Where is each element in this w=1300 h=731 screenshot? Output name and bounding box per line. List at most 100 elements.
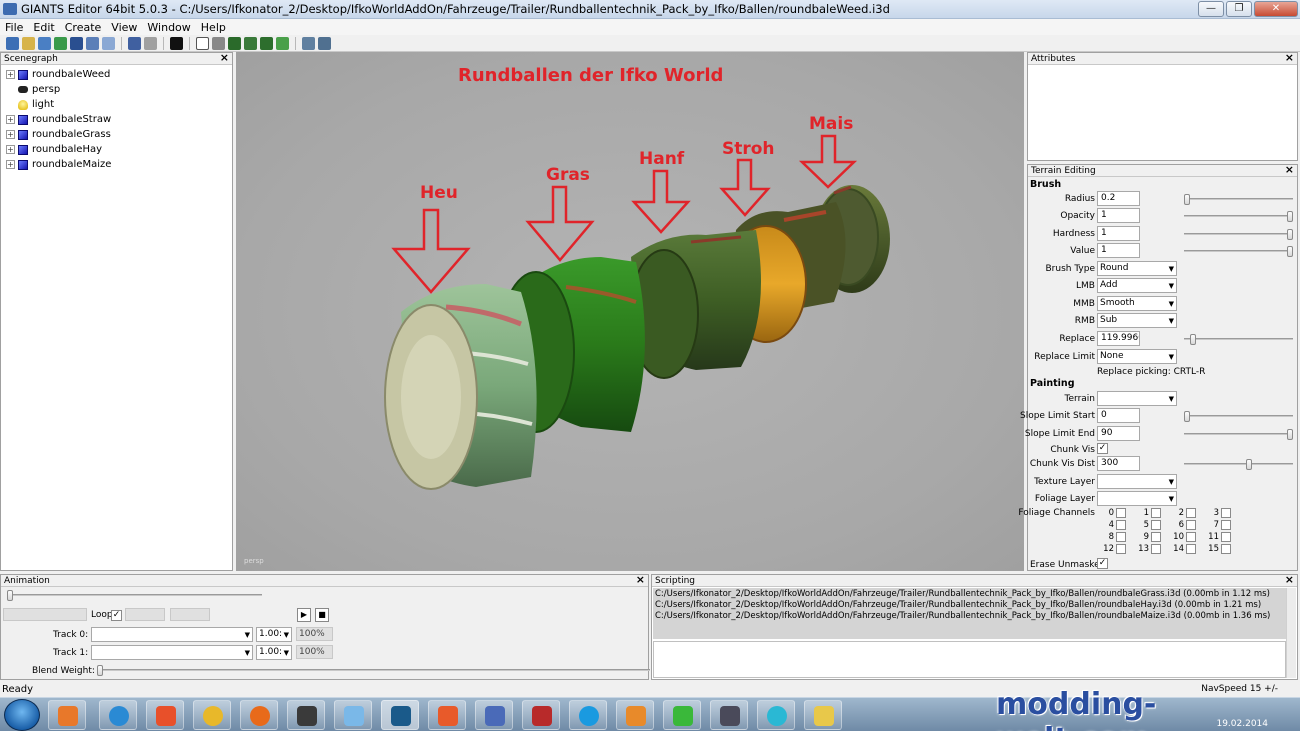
- foliage-channel-checkbox[interactable]: [1116, 532, 1126, 542]
- foliage-channel[interactable]: 2: [1164, 508, 1198, 520]
- terrain-sculpt-icon[interactable]: [228, 36, 241, 50]
- taskbar-app[interactable]: [804, 700, 842, 730]
- erase-unmasked-checkbox[interactable]: ✓: [1097, 558, 1108, 569]
- taskbar-app[interactable]: [428, 700, 466, 730]
- minimize-button[interactable]: —: [1198, 1, 1224, 17]
- foliage-channel[interactable]: 13: [1129, 544, 1163, 556]
- new-file-icon[interactable]: [6, 36, 19, 50]
- foliage-channel-checkbox[interactable]: [1186, 532, 1196, 542]
- save-as-icon[interactable]: [86, 36, 99, 50]
- save-icon[interactable]: [70, 36, 83, 50]
- taskbar-app[interactable]: [616, 700, 654, 730]
- move-icon[interactable]: [212, 36, 225, 50]
- slider-thumb[interactable]: [1287, 246, 1293, 257]
- foliage-channel-checkbox[interactable]: [1186, 520, 1196, 530]
- navigation-icon[interactable]: [318, 36, 331, 50]
- slider-thumb[interactable]: [7, 590, 13, 601]
- foliage-layer-select[interactable]: [1097, 491, 1177, 506]
- foliage-channel[interactable]: 15: [1199, 544, 1233, 556]
- track1-select[interactable]: [91, 645, 253, 660]
- track0-weight[interactable]: 100%: [296, 627, 333, 641]
- end-time-field[interactable]: [170, 608, 210, 621]
- timeline-slider[interactable]: [7, 590, 262, 601]
- close-icon[interactable]: ×: [220, 52, 229, 64]
- stop-button[interactable]: ■: [315, 608, 329, 622]
- tree-node-roundbale-hay[interactable]: + roundbaleHay: [1, 142, 232, 157]
- foliage-channel[interactable]: 4: [1094, 520, 1128, 532]
- menu-help[interactable]: Help: [196, 21, 231, 34]
- slider-thumb[interactable]: [1287, 229, 1293, 240]
- expand-icon[interactable]: +: [6, 70, 15, 79]
- taskbar-app[interactable]: [193, 700, 231, 730]
- hardness-input[interactable]: 1: [1097, 226, 1140, 241]
- slope-start-slider[interactable]: [1184, 411, 1293, 422]
- animation-clip-field[interactable]: [3, 608, 87, 621]
- menu-file[interactable]: File: [0, 21, 28, 34]
- foliage-channel-checkbox[interactable]: [1221, 508, 1231, 518]
- brush-type-select[interactable]: Round: [1097, 261, 1177, 276]
- slider-thumb[interactable]: [1287, 211, 1293, 222]
- close-button[interactable]: ✕: [1254, 1, 1298, 17]
- foliage-channel[interactable]: 10: [1164, 532, 1198, 544]
- foliage-paint-icon[interactable]: [260, 36, 273, 50]
- taskbar-app[interactable]: [757, 700, 795, 730]
- foliage-channel[interactable]: 5: [1129, 520, 1163, 532]
- menu-window[interactable]: Window: [142, 21, 195, 34]
- chunk-vis-checkbox[interactable]: ✓: [1097, 443, 1108, 454]
- play-icon[interactable]: [170, 36, 183, 50]
- taskbar-app[interactable]: [334, 700, 372, 730]
- foliage-channel-checkbox[interactable]: [1151, 508, 1161, 518]
- tree-node-roundbale-grass[interactable]: + roundbaleGrass: [1, 127, 232, 142]
- start-button[interactable]: [4, 699, 40, 731]
- foliage-channel[interactable]: 9: [1129, 532, 1163, 544]
- menu-create[interactable]: Create: [60, 21, 107, 34]
- foliage-channel[interactable]: 14: [1164, 544, 1198, 556]
- close-icon[interactable]: ×: [1285, 574, 1294, 586]
- taskbar-app[interactable]: [663, 700, 701, 730]
- slope-end-input[interactable]: 90: [1097, 426, 1140, 441]
- tree-node-persp[interactable]: persp: [1, 82, 232, 97]
- settings-icon[interactable]: [102, 36, 115, 50]
- 3d-viewport[interactable]: Rundballen der Ifko World Heu Gras Hanf …: [236, 52, 1024, 571]
- open-file-icon[interactable]: [22, 36, 35, 50]
- undo-icon[interactable]: [128, 36, 141, 50]
- taskbar-app[interactable]: [99, 700, 137, 730]
- redo-icon[interactable]: [144, 36, 157, 50]
- rmb-select[interactable]: Sub: [1097, 313, 1177, 328]
- value-slider[interactable]: [1184, 246, 1293, 257]
- value-input[interactable]: 1: [1097, 243, 1140, 258]
- slider-thumb[interactable]: [1287, 429, 1293, 440]
- export-icon[interactable]: [54, 36, 67, 50]
- script-input[interactable]: [653, 641, 1286, 678]
- chunk-vis-dist-slider[interactable]: [1184, 459, 1293, 470]
- taskbar-app[interactable]: [48, 700, 86, 730]
- mmb-select[interactable]: Smooth: [1097, 296, 1177, 311]
- track0-select[interactable]: [91, 627, 253, 642]
- hardness-slider[interactable]: [1184, 229, 1293, 240]
- foliage-channel-checkbox[interactable]: [1186, 508, 1196, 518]
- track0-speed[interactable]: 1.00:: [256, 627, 292, 642]
- radius-slider[interactable]: [1184, 194, 1293, 205]
- play-button[interactable]: ▶: [297, 608, 311, 622]
- radius-input[interactable]: 0.2: [1097, 191, 1140, 206]
- foliage-channel-checkbox[interactable]: [1186, 544, 1196, 554]
- tree-node-roundbale-weed[interactable]: + roundbaleWeed: [1, 67, 232, 82]
- loop-checkbox[interactable]: ✓: [111, 610, 122, 621]
- replace-slider[interactable]: [1184, 334, 1293, 345]
- replace-limit-select[interactable]: None: [1097, 349, 1177, 364]
- terrain-paint-icon[interactable]: [244, 36, 257, 50]
- tree-node-roundbale-maize[interactable]: + roundbaleMaize: [1, 157, 232, 172]
- track1-speed[interactable]: 1.00:: [256, 645, 292, 660]
- taskbar-app[interactable]: [710, 700, 748, 730]
- expand-icon[interactable]: +: [6, 130, 15, 139]
- foliage-channel[interactable]: 0: [1094, 508, 1128, 520]
- foliage-channel-checkbox[interactable]: [1116, 544, 1126, 554]
- foliage-channel-checkbox[interactable]: [1151, 544, 1161, 554]
- chunk-vis-dist-input[interactable]: 300: [1097, 456, 1140, 471]
- foliage-channel-checkbox[interactable]: [1116, 520, 1126, 530]
- taskbar-app[interactable]: [475, 700, 513, 730]
- terrain-select[interactable]: [1097, 391, 1177, 406]
- taskbar-app[interactable]: [569, 700, 607, 730]
- start-time-field[interactable]: [125, 608, 165, 621]
- foliage-channel-checkbox[interactable]: [1151, 520, 1161, 530]
